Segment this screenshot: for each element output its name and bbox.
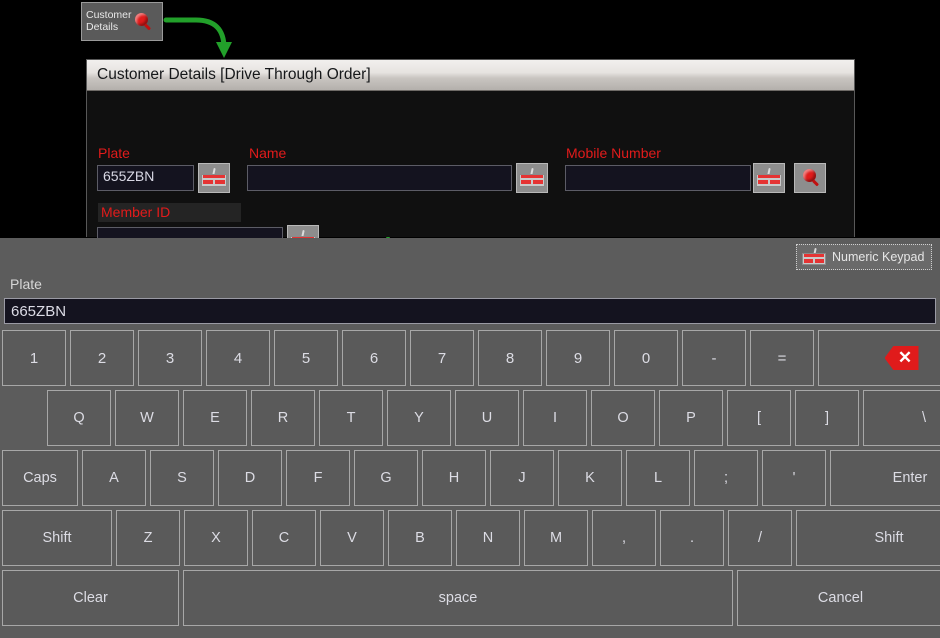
key-2[interactable]: 2 [70, 330, 134, 386]
key-0[interactable]: 0 [614, 330, 678, 386]
screen-root: Customer Details Customer Details [Drive… [0, 0, 940, 638]
key-c[interactable]: C [252, 510, 316, 566]
key-7[interactable]: 7 [410, 330, 474, 386]
customer-details-launcher-button[interactable]: Customer Details [81, 2, 163, 41]
name-input[interactable] [247, 165, 512, 191]
name-label: Name [249, 145, 287, 161]
name-keyboard-button[interactable] [516, 163, 548, 193]
key-k[interactable]: K [558, 450, 622, 506]
plate-label: Plate [98, 145, 130, 161]
dialog-titlebar: Customer Details [Drive Through Order] [87, 60, 854, 91]
key-caps[interactable]: Caps [2, 450, 78, 506]
key-shift[interactable]: Shift [2, 510, 112, 566]
keyboard-icon [519, 167, 545, 187]
key-o[interactable]: O [591, 390, 655, 446]
key-4[interactable]: 4 [206, 330, 270, 386]
key-space[interactable]: space [183, 570, 733, 626]
member-id-label: Member ID [98, 203, 241, 222]
key-[interactable]: , [592, 510, 656, 566]
plate-input[interactable]: 655ZBN [97, 165, 194, 191]
key-s[interactable]: S [150, 450, 214, 506]
customer-details-dialog: Customer Details [Drive Through Order] P… [86, 59, 855, 255]
key-9[interactable]: 9 [546, 330, 610, 386]
page-title: Customer Details [Drive Through Order] [97, 66, 371, 83]
key-p[interactable]: P [659, 390, 723, 446]
key-g[interactable]: G [354, 450, 418, 506]
key-u[interactable]: U [455, 390, 519, 446]
key-[interactable]: \ [863, 390, 940, 446]
key-[interactable]: = [750, 330, 814, 386]
keyboard-field-label: Plate [10, 276, 42, 292]
key-v[interactable]: V [320, 510, 384, 566]
key-j[interactable]: J [490, 450, 554, 506]
keyboard-row: Shift Z X C V B N M,. / Shift [0, 508, 940, 568]
key-3[interactable]: 3 [138, 330, 202, 386]
key-t[interactable]: T [319, 390, 383, 446]
mobile-number-keyboard-button[interactable] [753, 163, 785, 193]
key-m[interactable]: M [524, 510, 588, 566]
key-cancel[interactable]: Cancel [737, 570, 940, 626]
mobile-number-input[interactable] [565, 165, 751, 191]
key-r[interactable]: R [251, 390, 315, 446]
key-y[interactable]: Y [387, 390, 451, 446]
backspace-icon: ✕ [884, 346, 919, 370]
key-shift[interactable]: Shift [796, 510, 940, 566]
key-[interactable]: ] [795, 390, 859, 446]
keyboard-row: Q W E R T Y U I O P[] \ [0, 388, 940, 448]
magnifier-icon [134, 12, 153, 31]
customer-details-launcher-label: Customer Details [86, 9, 132, 33]
keyboard-icon [756, 167, 782, 187]
key-[interactable]: ' [762, 450, 826, 506]
key-n[interactable]: N [456, 510, 520, 566]
keyboard-text-input[interactable]: 665ZBN [4, 298, 936, 324]
keyboard-row: Caps A S D F G H J K L; ' Enter [0, 448, 940, 508]
key-1[interactable]: 1 [2, 330, 66, 386]
key-w[interactable]: W [115, 390, 179, 446]
key-[interactable]: - [682, 330, 746, 386]
backspace-key[interactable]: ✕ [818, 330, 940, 386]
key-b[interactable]: B [388, 510, 452, 566]
keyboard-icon [802, 247, 826, 265]
key-[interactable]: [ [727, 390, 791, 446]
keyboard-row: Clear space Cancel [0, 568, 940, 628]
keyboard-row: 1 2 3 4 5 6 7 8 9 0- = ✕ [0, 328, 940, 388]
key-[interactable]: . [660, 510, 724, 566]
key-8[interactable]: 8 [478, 330, 542, 386]
key-q[interactable]: Q [47, 390, 111, 446]
key-i[interactable]: I [523, 390, 587, 446]
key-6[interactable]: 6 [342, 330, 406, 386]
onscreen-keyboard-panel: Numeric Keypad Plate 665ZBN 1 2 3 4 5 6 7 8 9 0- =… [0, 238, 940, 638]
key-[interactable]: / [728, 510, 792, 566]
plate-keyboard-button[interactable] [198, 163, 230, 193]
key-x[interactable]: X [184, 510, 248, 566]
key-z[interactable]: Z [116, 510, 180, 566]
keyboard-icon [201, 167, 227, 187]
keyboard-rows: 1 2 3 4 5 6 7 8 9 0- = ✕ Q W E R T Y U I O P[] \ Caps A S D F G H J K L;… [0, 328, 940, 628]
key-5[interactable]: 5 [274, 330, 338, 386]
numeric-keypad-button[interactable]: Numeric Keypad [796, 244, 932, 270]
key-e[interactable]: E [183, 390, 247, 446]
key-d[interactable]: D [218, 450, 282, 506]
magnifier-icon [802, 169, 821, 187]
key-l[interactable]: L [626, 450, 690, 506]
key-a[interactable]: A [82, 450, 146, 506]
mobile-number-label: Mobile Number [566, 145, 661, 161]
key-h[interactable]: H [422, 450, 486, 506]
key-f[interactable]: F [286, 450, 350, 506]
dialog-body: Plate 655ZBN Name Mobile Number Member I… [87, 91, 854, 255]
numeric-keypad-label: Numeric Keypad [832, 250, 925, 264]
key-enter[interactable]: Enter [830, 450, 940, 506]
key-[interactable]: ; [694, 450, 758, 506]
key-clear[interactable]: Clear [2, 570, 179, 626]
mobile-number-search-button[interactable] [794, 163, 826, 193]
